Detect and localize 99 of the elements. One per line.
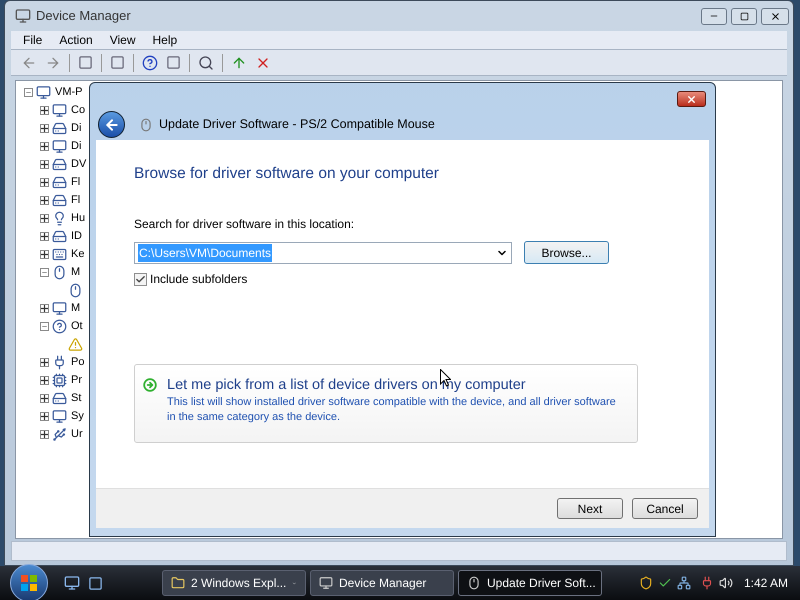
expand-box[interactable] xyxy=(40,142,49,150)
back-arrow-icon xyxy=(104,116,120,132)
computer-icon xyxy=(36,84,51,100)
back-button[interactable] xyxy=(98,111,125,138)
network-icon[interactable] xyxy=(676,576,691,590)
checkbox-label[interactable]: Include subfolders xyxy=(150,270,248,288)
collapse-box[interactable] xyxy=(40,322,49,330)
expand-box[interactable] xyxy=(40,394,49,402)
taskbar-button[interactable]: Device Manager xyxy=(310,570,454,596)
taskbar-button[interactable]: 2 Windows Expl... xyxy=(162,570,306,596)
expand-box[interactable] xyxy=(40,196,49,204)
window-title: Device Manager xyxy=(36,7,131,26)
usb-icon xyxy=(52,426,67,442)
computer-icon xyxy=(52,102,67,118)
collapse-box[interactable] xyxy=(24,88,33,96)
tree-item[interactable]: Fl xyxy=(71,194,80,206)
dialog-heading: Browse for driver software on your computer xyxy=(134,164,440,184)
close-icon xyxy=(686,94,697,104)
folder-icon xyxy=(171,576,185,590)
expand-box[interactable] xyxy=(40,430,49,438)
expand-box[interactable] xyxy=(40,358,49,366)
close-button[interactable] xyxy=(677,91,706,107)
update-icon[interactable] xyxy=(231,54,247,70)
display-icon xyxy=(52,300,67,316)
computer-icon xyxy=(319,576,333,590)
close-button[interactable] xyxy=(761,8,789,24)
tree-item[interactable]: Po xyxy=(71,356,84,368)
windows-logo-icon xyxy=(21,575,37,591)
mouse-icon xyxy=(52,264,67,280)
app-icon xyxy=(15,8,31,24)
forward-icon[interactable] xyxy=(45,54,61,70)
tree-item[interactable]: Di xyxy=(71,122,82,134)
expand-box[interactable] xyxy=(40,214,49,222)
drive-icon xyxy=(52,156,67,172)
storage-icon xyxy=(52,390,67,406)
mouse-icon xyxy=(68,282,83,298)
warning-icon xyxy=(68,336,83,352)
tree-item[interactable]: VM-P xyxy=(55,86,82,98)
option-description: This list will show installed driver software compatible with the device, and all driver software in the same category as the device. xyxy=(167,395,617,426)
drive-icon xyxy=(52,192,67,208)
tree-item[interactable]: St xyxy=(71,392,82,404)
tree-item[interactable]: Co xyxy=(71,104,86,116)
tree-item[interactable]: Hu xyxy=(71,212,86,224)
port-icon xyxy=(52,354,67,370)
drive-icon xyxy=(52,174,67,190)
display-icon xyxy=(52,138,67,154)
cancel-button[interactable]: Cancel xyxy=(632,498,698,519)
tree-item[interactable]: DV xyxy=(71,158,86,170)
tree-item[interactable]: Sy xyxy=(71,410,84,422)
taskbar-button[interactable]: Update Driver Soft... xyxy=(458,570,602,596)
tree-item[interactable]: Ke xyxy=(71,248,84,260)
drive-icon xyxy=(52,228,67,244)
expand-box[interactable] xyxy=(40,124,49,132)
scan-icon[interactable] xyxy=(198,54,214,70)
shield-icon[interactable] xyxy=(638,576,653,590)
next-button[interactable]: Next xyxy=(557,498,623,519)
tree-item[interactable]: M xyxy=(71,266,80,278)
maximize-icon xyxy=(740,12,748,20)
field-label: Search for driver software in this location: xyxy=(134,216,356,234)
tree-item[interactable]: Di xyxy=(71,140,82,152)
start-button[interactable] xyxy=(10,564,48,600)
menu-item[interactable]: Action xyxy=(59,31,93,49)
selected-text: C:\Users\VM\Documents xyxy=(138,244,272,262)
expand-box[interactable] xyxy=(40,412,49,420)
unknown-icon xyxy=(52,318,67,334)
mouse-icon xyxy=(467,576,481,590)
speaker-icon[interactable] xyxy=(718,576,733,590)
expand-box[interactable] xyxy=(40,106,49,114)
tree-item[interactable]: Ot xyxy=(71,320,83,332)
browse-button[interactable]: Browse... xyxy=(524,241,609,264)
help-icon[interactable] xyxy=(142,54,158,70)
menu-item[interactable]: Help xyxy=(152,31,178,49)
tree-item[interactable]: Fl xyxy=(71,176,80,188)
tree-item[interactable]: ID xyxy=(71,230,82,242)
keyboard-icon xyxy=(52,246,67,262)
expand-box[interactable] xyxy=(40,304,49,312)
expand-box[interactable] xyxy=(40,178,49,186)
clock[interactable]: 1:42 AM xyxy=(744,574,788,592)
maximize-button[interactable] xyxy=(731,8,757,24)
tree-item[interactable]: Ur xyxy=(71,428,83,440)
computer-icon xyxy=(52,408,67,424)
expand-box[interactable] xyxy=(40,160,49,168)
menu-item[interactable]: View xyxy=(110,31,136,49)
hid-icon xyxy=(52,210,67,226)
checkbox[interactable] xyxy=(134,272,147,286)
expand-box[interactable] xyxy=(40,232,49,240)
chip-icon xyxy=(52,372,67,388)
collapse-box[interactable] xyxy=(40,268,49,276)
expand-box[interactable] xyxy=(40,376,49,384)
dialog-title: Update Driver Software - PS/2 Compatible Mouse xyxy=(159,116,435,134)
tree-item[interactable]: Pr xyxy=(71,374,82,386)
close-icon xyxy=(770,10,780,22)
show-desktop-icon[interactable] xyxy=(64,575,80,591)
back-icon[interactable] xyxy=(21,54,37,70)
menu-item[interactable]: File xyxy=(23,31,42,49)
expand-box[interactable] xyxy=(40,250,49,258)
tree-item[interactable]: M xyxy=(71,302,80,314)
drive-icon xyxy=(52,120,67,136)
mouse-icon xyxy=(139,118,153,132)
